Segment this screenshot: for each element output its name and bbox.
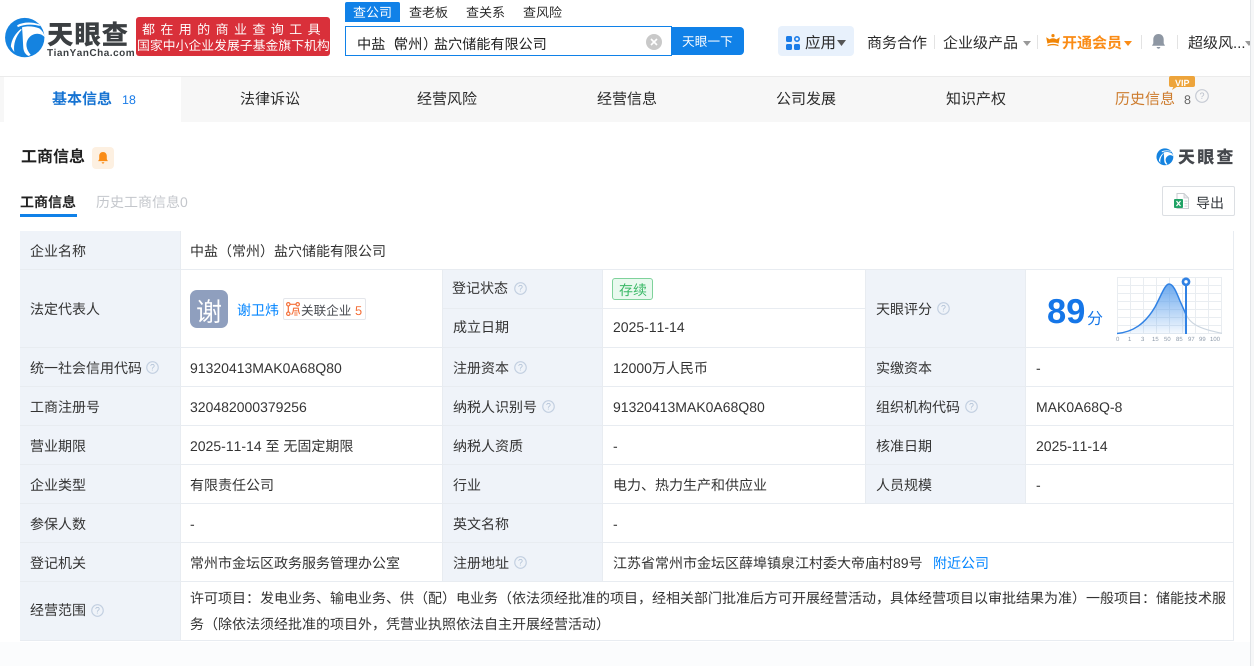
svg-text:?: ? <box>941 304 946 314</box>
svg-text:?: ? <box>95 606 100 616</box>
svg-text:?: ? <box>518 363 523 373</box>
svg-text:?: ? <box>150 363 155 373</box>
svg-text:?: ? <box>969 402 974 412</box>
svg-text:?: ? <box>518 558 523 568</box>
svg-text:?: ? <box>546 402 551 412</box>
svg-text:?: ? <box>518 284 523 294</box>
svg-text:?: ? <box>1199 91 1204 101</box>
